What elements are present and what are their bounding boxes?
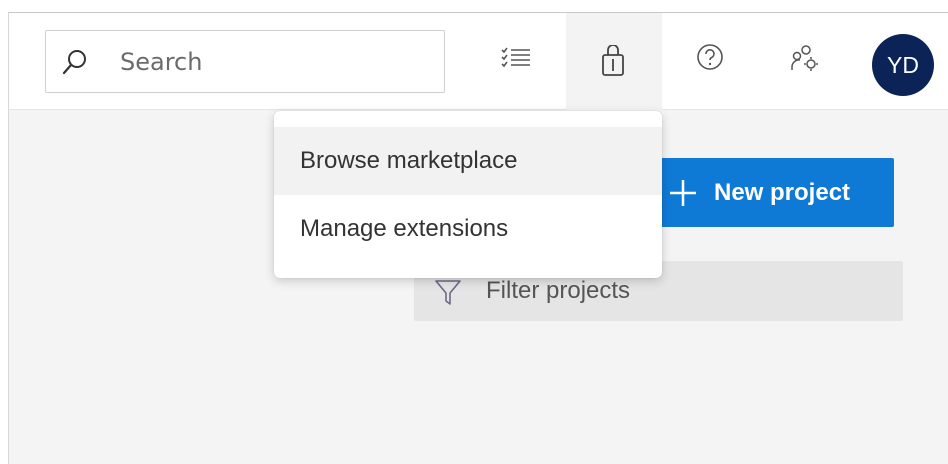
plus-icon [670,180,696,206]
user-settings-icon[interactable] [788,42,820,74]
filter-projects-input[interactable]: Filter projects [486,277,630,305]
menu-item-manage-extensions[interactable]: Manage extensions [274,195,662,263]
new-project-label: New project [714,179,851,206]
search-box[interactable]: Search [45,30,445,93]
marketplace-bag-icon[interactable] [598,45,630,77]
work-items-icon[interactable] [500,42,532,74]
menu-item-browse-marketplace[interactable]: Browse marketplace [274,127,662,195]
new-project-button[interactable]: New project [652,158,894,227]
help-icon[interactable] [695,42,727,74]
filter-icon [435,280,461,305]
marketplace-dropdown-menu: Browse marketplace Manage extensions [274,111,662,278]
search-icon [62,50,86,75]
avatar[interactable]: YD [872,34,934,96]
search-input[interactable]: Search [120,48,202,76]
